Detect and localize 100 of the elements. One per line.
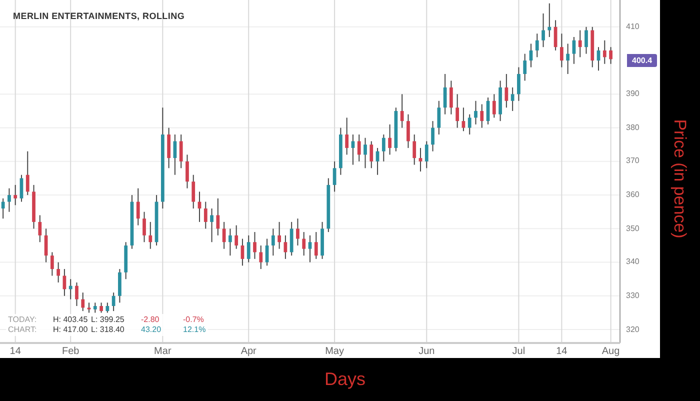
stat-label: CHART: [8,325,38,335]
candlestick [167,127,170,169]
candlestick [186,154,189,189]
candlestick [523,53,527,82]
y-axis-label: 370 [626,155,640,168]
y-axis-label: 410 [626,20,640,33]
candlestick [609,46,612,64]
candlestick [314,232,318,260]
candlestick [418,147,422,172]
candlestick [560,33,564,68]
stat-label: TODAY: [8,315,38,325]
chart-title: MERLIN ENTERTAINMENTS, ROLLING [13,10,185,23]
stat-percent: -0.7% [183,315,204,325]
y-axis-label: 340 [626,256,640,268]
candlestick [112,292,116,312]
candlestick [351,134,355,166]
candlestick [296,218,300,246]
candlestick [173,134,177,176]
candlestick [345,117,349,156]
y-axis-title: Price (in pence) [670,119,691,239]
candlestick [382,134,386,162]
candlestick [75,282,78,307]
candlestick [400,94,404,128]
candlestick [468,114,472,136]
stat-low: L: 399.25 [91,315,126,325]
candlestick [8,188,11,212]
candlestick [510,86,514,112]
candlestick [228,228,232,256]
candlestick [259,244,263,270]
x-axis-label: Mar [154,345,172,359]
candlestick [602,40,606,64]
candlestick [26,150,30,196]
candlestick [474,100,478,125]
candlestick [216,198,220,236]
candlestick [437,100,441,136]
y-axis-label: 350 [626,222,640,235]
stat-percent: 12.1% [183,325,206,335]
candlestick [56,262,60,283]
x-axis-title: Days [324,368,366,391]
x-axis-label: 14 [556,345,568,359]
x-axis-label: Aug [602,345,620,359]
y-axis-label: 390 [626,88,640,100]
candlestick [480,104,484,128]
candlestick [578,30,582,58]
candlestick [87,302,91,314]
stat-high: H: 403.45 [53,315,89,325]
candlestick [210,208,214,243]
candlestick [456,94,460,128]
y-axis-label: 360 [626,189,640,202]
y-axis-label: 330 [626,290,640,302]
candlestick [517,66,520,102]
candlestick [68,278,72,300]
candlestick [412,134,416,166]
price-tag: 400.4 [627,54,658,67]
candlestick [462,107,466,132]
stat-change: 43.20 [141,325,162,335]
candlestick [148,221,152,250]
y-axis-label: 380 [626,122,640,134]
candlestick [38,214,42,243]
x-axis-label: Apr [240,345,256,359]
candlestick [370,140,374,169]
candlestick [308,234,312,263]
x-axis-label: May [325,345,344,359]
candlestick [424,140,428,169]
candlestick [265,238,269,266]
candlestick [357,134,361,162]
stat-high: H: 417.00 [53,325,89,335]
x-axis-label: Jun [418,345,435,359]
candlestick [450,80,453,115]
candlestick [566,43,570,74]
candlestick [106,302,110,314]
x-axis-label: Jul [512,345,526,359]
candlestick [388,124,392,156]
candlestick [504,73,508,108]
candlestick [406,114,410,148]
candlestick [179,134,183,169]
candlestick [302,232,306,256]
candlestick [50,252,54,276]
candlestick [20,174,24,202]
candlestick [192,174,196,209]
candlestick [118,268,122,304]
candlestick [142,211,146,243]
candlestick [81,292,85,312]
candlestick [535,33,539,58]
stat-change: -2.80 [141,315,160,325]
candlestick [492,94,496,118]
candlestick [364,137,367,169]
candlestick [93,302,97,314]
x-axis-label: Feb [62,345,80,359]
candlestick [246,234,250,263]
candlestick [548,2,552,38]
candlestick [253,232,256,260]
candlestick [332,160,336,192]
candlestick [1,198,5,220]
candlestick [290,221,294,256]
x-axis-label: 14 [10,345,21,359]
candlestick [431,120,434,152]
stat-low: L: 318.40 [91,325,126,335]
candlestick [542,12,545,48]
candlestick [136,188,140,226]
